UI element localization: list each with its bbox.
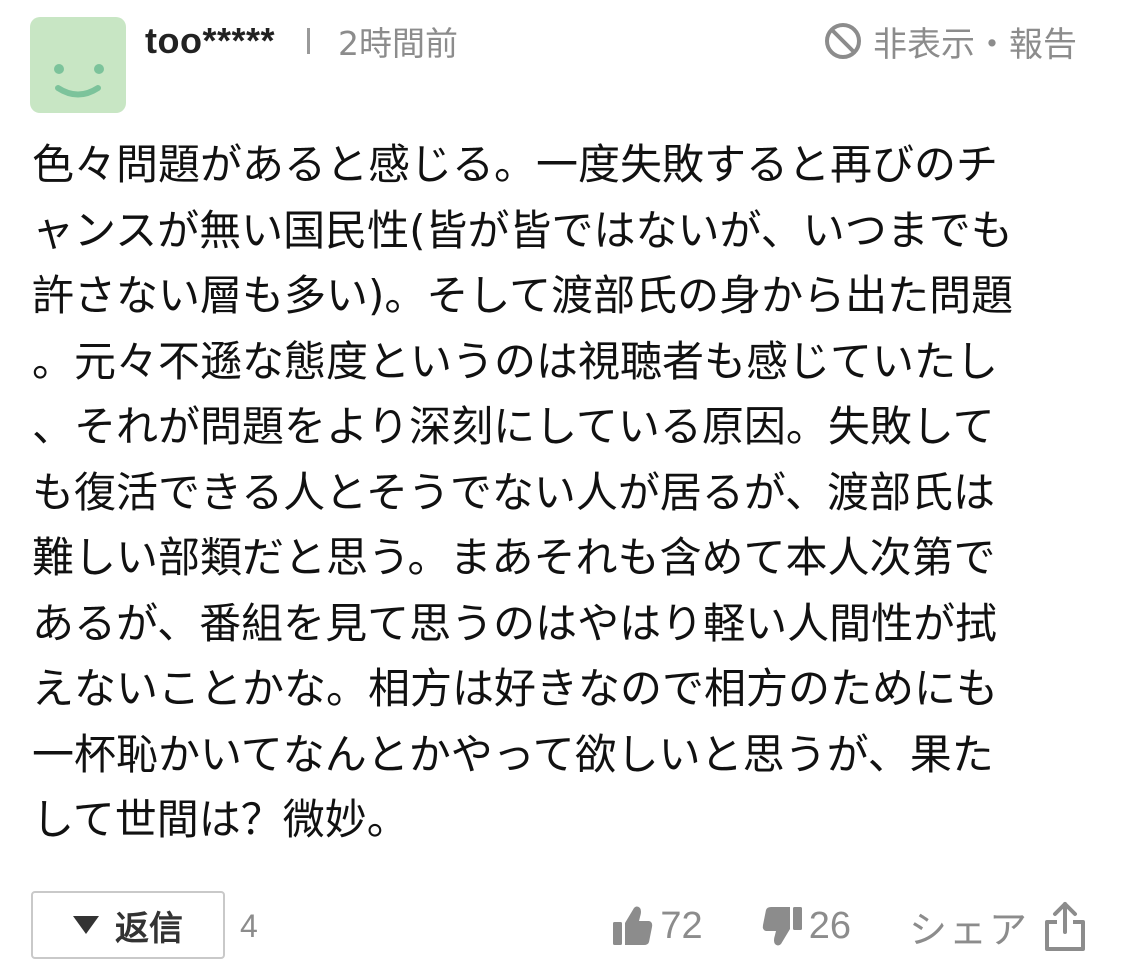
username[interactable]: too*****: [145, 20, 275, 62]
comment-line: 色々問題があると感じる。一度失敗すると再びのチ: [32, 140, 999, 189]
share-button[interactable]: シェア: [909, 899, 1087, 954]
dislike-button[interactable]: 26: [761, 905, 851, 948]
comment-actions: 72 26 シェア: [612, 893, 1087, 959]
comment-line: 一杯恥かいてなんとかやって欲しいと思うが、果た: [32, 729, 994, 779]
comment-meta: too***** 2時間前: [145, 18, 458, 64]
meta-divider: [307, 28, 311, 54]
reply-label: 返信: [115, 908, 183, 949]
comment-line: 難しい部類だと思う。まあそれも含めて本人次第で: [32, 533, 996, 582]
comment-line: えないことかな。相方は好きなので相方のためにも: [32, 664, 999, 713]
thumbs-up-icon: [613, 906, 653, 945]
share-icon: [1045, 902, 1085, 951]
timestamp: 2時間前: [338, 24, 459, 63]
dislike-count: 26: [808, 904, 851, 947]
comment-card: too***** 2時間前 非表示・報告 色々問題があると感じる。一度失敗すると…: [0, 0, 1125, 971]
hide-report-label: 非表示・報告: [873, 24, 1077, 65]
comment-line: 、それが問題をより深刻にしている原因。失敗して: [32, 402, 995, 451]
comment-body: 色々問題があると感じる。一度失敗すると再びのチ ャンスが無い国民性(皆が皆ではな…: [32, 132, 1092, 853]
comment-line: ャンスが無い国民性(皆が皆ではないが、いつまでも: [32, 205, 1013, 255]
reply-count: 4: [240, 908, 258, 944]
hide-report-button[interactable]: 非表示・報告: [823, 18, 1077, 65]
like-button[interactable]: 72: [612, 904, 703, 948]
user-avatar[interactable]: [30, 17, 126, 113]
comment-line: して世間は？微妙。: [32, 795, 409, 844]
comment-line: 許さない層も多い)。そして渡部氏の身から出た問題: [32, 271, 1014, 320]
like-count: 72: [660, 904, 703, 947]
comment-line: 。元々不遜な態度というのは視聴者も感じていたし: [32, 336, 999, 386]
reply-button[interactable]: 返信: [31, 891, 225, 959]
comment-line: も復活できる人とそうでない人が居るが、渡部氏は: [32, 467, 996, 517]
share-label: シェア: [908, 907, 1029, 952]
comment-line: あるが、番組を見て思うのはやはり軽い人間性が拭: [32, 598, 998, 648]
thumbs-down-icon: [762, 907, 802, 946]
smiley-face-icon: [54, 64, 104, 98]
triangle-down-icon: [73, 916, 99, 934]
prohibit-icon: [825, 23, 861, 59]
